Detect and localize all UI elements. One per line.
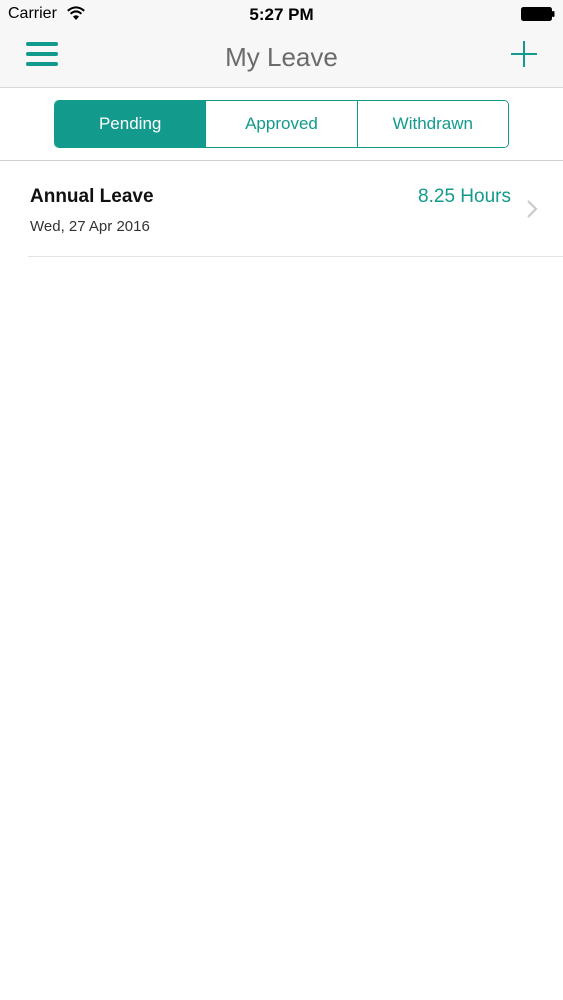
my-leave-screen: Carrier 5:27 PM My Leave Pending Approve…: [0, 0, 563, 1000]
chevron-right-icon: [527, 200, 538, 218]
leave-date: Wed, 27 Apr 2016: [30, 218, 150, 235]
tab-pending[interactable]: Pending: [55, 101, 207, 147]
navigation-bar: My Leave: [0, 28, 563, 88]
list-item[interactable]: Annual Leave Wed, 27 Apr 2016 8.25 Hours: [0, 162, 563, 257]
leave-hours: 8.25 Hours: [418, 186, 511, 207]
tab-withdrawn[interactable]: Withdrawn: [357, 101, 508, 147]
status-time: 5:27 PM: [249, 5, 314, 24]
segmented-control: Pending Approved Withdrawn: [54, 100, 509, 148]
leave-status-filter: Pending Approved Withdrawn: [0, 88, 563, 161]
row-divider: [28, 256, 563, 257]
page-title: My Leave: [225, 42, 338, 72]
add-leave-button[interactable]: [511, 41, 537, 67]
tab-approved[interactable]: Approved: [206, 101, 358, 147]
battery-icon: [521, 7, 555, 21]
leave-type: Annual Leave: [30, 186, 154, 207]
status-bar: Carrier 5:27 PM: [0, 0, 563, 28]
